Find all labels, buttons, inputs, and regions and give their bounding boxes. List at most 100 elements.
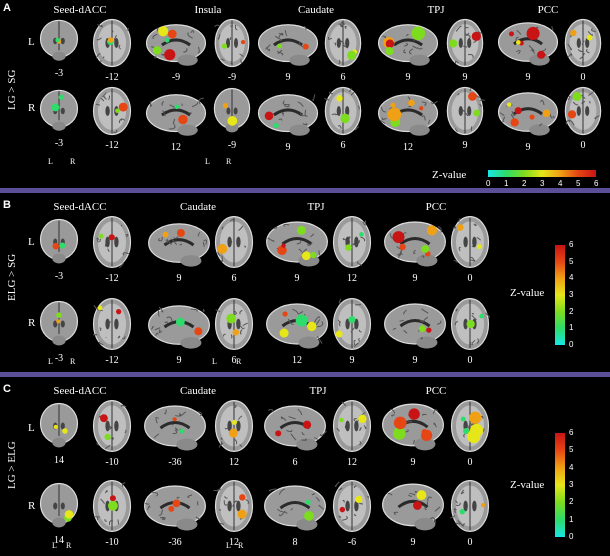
colorbar-tick: 6 bbox=[569, 240, 574, 249]
brain-slice-sagittal bbox=[142, 403, 208, 458]
slice-number: -12 bbox=[105, 355, 119, 366]
right-marker: R bbox=[236, 357, 242, 366]
contrast-label: LG > SG bbox=[6, 69, 18, 110]
hemisphere-label-r: R bbox=[28, 317, 36, 329]
brain-slice-axial bbox=[90, 215, 134, 274]
slice-number: 6 bbox=[292, 457, 298, 468]
right-marker: R bbox=[70, 357, 76, 366]
slice-number: -12 bbox=[105, 72, 119, 83]
brain-slice-axial bbox=[90, 86, 134, 141]
brain-slice-sagittal bbox=[146, 303, 212, 356]
brain-slice-sagittal bbox=[376, 92, 440, 143]
colorbar-tick: 1 bbox=[569, 323, 574, 333]
column-header-pcc: PCC bbox=[537, 4, 559, 16]
slice-number: -10 bbox=[105, 457, 119, 468]
colorbar-tick: 4 bbox=[558, 179, 563, 188]
slice-number: 9 bbox=[176, 273, 182, 284]
column-header-tpj: TPJ bbox=[307, 201, 325, 213]
column-header-seed-dacc: Seed-dACC bbox=[53, 4, 107, 16]
z-value-label: Z-value bbox=[510, 479, 545, 491]
brain-slice-sagittal bbox=[264, 219, 330, 274]
brain-slice-coronal bbox=[38, 481, 80, 536]
colorbar-tick: 3 bbox=[569, 290, 574, 299]
brain-slice-sagittal bbox=[256, 92, 320, 143]
brain-slice-axial bbox=[448, 399, 492, 458]
colorbar-tick: 3 bbox=[540, 179, 545, 188]
brain-slice-sagittal bbox=[496, 20, 560, 73]
brain-slice-sagittal bbox=[262, 483, 328, 538]
brain-slice-sagittal bbox=[380, 481, 446, 538]
colorbar-tick: 0 bbox=[486, 179, 491, 188]
brain-slice-coronal bbox=[38, 88, 80, 139]
slice-number: 9 bbox=[462, 72, 468, 83]
slice-number: -3 bbox=[54, 271, 64, 282]
column-header-seed-dacc: Seed-dACC bbox=[53, 201, 107, 213]
slice-number: 9 bbox=[410, 537, 416, 548]
left-marker: L bbox=[205, 157, 210, 166]
column-header-tpj: TPJ bbox=[309, 385, 327, 397]
slice-number: 9 bbox=[285, 142, 291, 153]
slice-number: 0 bbox=[580, 72, 586, 83]
colorbar-vertical bbox=[555, 245, 565, 345]
slice-number: 12 bbox=[347, 457, 357, 468]
slice-number: 12 bbox=[347, 273, 357, 284]
column-header-seed-dacc: Seed-dACC bbox=[53, 385, 107, 397]
slice-number: -36 bbox=[168, 537, 182, 548]
colorbar-tick: 1 bbox=[569, 514, 574, 524]
right-marker: R bbox=[238, 541, 244, 550]
z-value-label: Z-value bbox=[510, 287, 545, 299]
left-marker: L bbox=[226, 541, 231, 550]
slice-number: 6 bbox=[340, 72, 346, 83]
slice-number: 0 bbox=[580, 140, 586, 151]
brain-slice-axial bbox=[212, 479, 256, 538]
brain-slice-coronal bbox=[38, 18, 80, 69]
brain-slice-axial bbox=[444, 86, 486, 141]
colorbar-tick: 6 bbox=[594, 179, 599, 188]
brain-slice-axial bbox=[90, 399, 134, 458]
brain-slice-axial bbox=[448, 215, 492, 274]
brain-slice-axial bbox=[212, 297, 256, 356]
colorbar-tick: 2 bbox=[522, 179, 527, 188]
slice-number: 14 bbox=[54, 455, 64, 466]
slice-number: 8 bbox=[292, 537, 298, 548]
brain-slice-coronal bbox=[38, 217, 80, 272]
hemisphere-label-l: L bbox=[28, 422, 35, 434]
slice-number: 9 bbox=[176, 355, 182, 366]
colorbar-tick: 4 bbox=[569, 462, 574, 472]
column-header-tpj: TPJ bbox=[427, 4, 445, 16]
brain-slice-sagittal bbox=[146, 221, 212, 274]
slice-number: 0 bbox=[467, 355, 473, 366]
slice-number: 6 bbox=[340, 140, 346, 151]
column-header-pcc: PCC bbox=[425, 385, 447, 397]
brain-slice-axial bbox=[330, 399, 374, 458]
brain-slice-axial bbox=[90, 18, 134, 73]
brain-slice-coronal bbox=[38, 299, 80, 354]
brain-slice-axial bbox=[448, 479, 492, 538]
slice-number: -12 bbox=[105, 140, 119, 151]
colorbar-tick: 5 bbox=[576, 179, 581, 188]
slice-number: -12 bbox=[105, 273, 119, 284]
brain-slice-sagittal bbox=[144, 92, 208, 143]
brain-slice-sagittal bbox=[382, 301, 448, 356]
right-marker: R bbox=[70, 157, 76, 166]
column-header-caudate: Caudate bbox=[179, 385, 217, 397]
slice-number: -36 bbox=[168, 457, 182, 468]
z-value-label: Z-value bbox=[432, 169, 467, 181]
brain-slice-sagittal bbox=[256, 22, 320, 73]
slice-number: 0 bbox=[467, 457, 473, 468]
slice-number: 0 bbox=[467, 537, 473, 548]
brain-slice-coronal bbox=[38, 401, 80, 456]
slice-number: 9 bbox=[525, 142, 531, 153]
brain-slice-axial bbox=[562, 86, 604, 141]
slice-number: 12 bbox=[292, 355, 302, 366]
hemisphere-label-l: L bbox=[28, 236, 35, 248]
colorbar-tick: 5 bbox=[569, 256, 574, 266]
brain-slice-axial bbox=[330, 215, 374, 274]
colorbar-tick: 3 bbox=[569, 480, 574, 489]
right-marker: R bbox=[226, 157, 232, 166]
slice-number: -6 bbox=[347, 537, 357, 548]
brain-slice-axial bbox=[330, 479, 374, 538]
panel-b: B ELG > SG L R Seed-dACC Caudate TPJ PCC… bbox=[0, 193, 610, 372]
brain-slice-axial bbox=[448, 297, 492, 356]
brain-slice-sagittal bbox=[496, 90, 560, 143]
